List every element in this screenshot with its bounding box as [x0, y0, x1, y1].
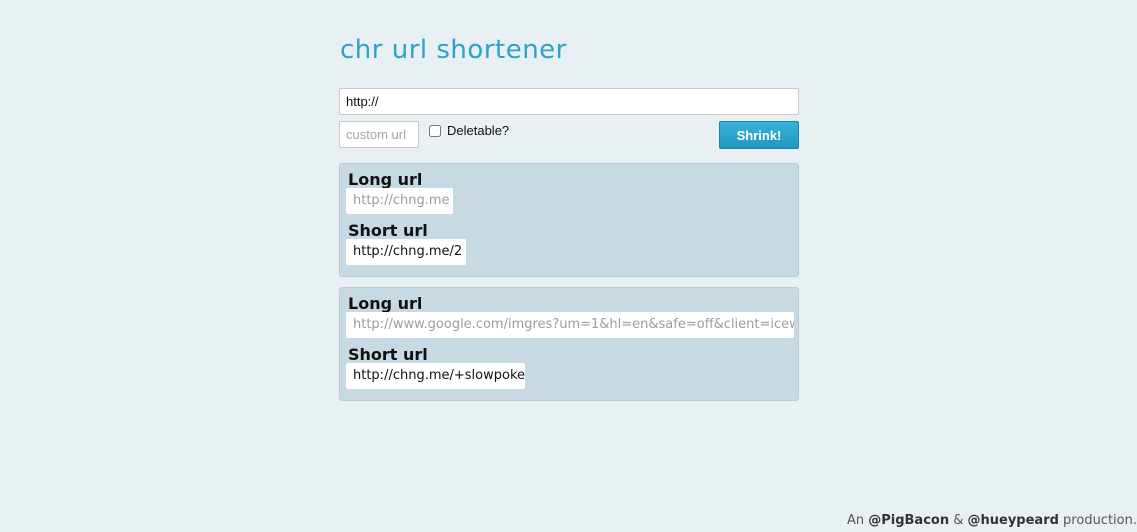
result-card: Long url http://chng.me Short url http:/… — [339, 163, 799, 277]
custom-url-input[interactable] — [339, 121, 419, 148]
deletable-label: Deletable? — [447, 123, 510, 138]
short-url-value[interactable]: http://chng.me/2 — [346, 239, 466, 265]
page-title: chr url shortener — [340, 35, 567, 65]
footer-credit: An @PigBacon & @hueypeard production. — [837, 513, 1137, 528]
footer-suffix: production. — [1058, 513, 1137, 528]
long-url-value[interactable]: http://www.google.com/imgres?um=1&hl=en&… — [346, 312, 794, 338]
deletable-checkbox[interactable] — [429, 124, 441, 137]
url-input[interactable] — [339, 88, 799, 115]
footer-prefix: An — [846, 513, 869, 528]
app-root: chr url shortener Deletable? Shrink! Lon… — [0, 0, 1137, 532]
long-url-label: Long url — [348, 294, 423, 313]
short-url-label: Short url — [348, 221, 428, 240]
author-pigbacon[interactable]: @PigBacon — [868, 513, 949, 528]
long-url-label: Long url — [348, 170, 423, 189]
long-url-value[interactable]: http://chng.me — [346, 188, 453, 214]
short-url-label: Short url — [348, 345, 428, 364]
shrink-button[interactable]: Shrink! — [719, 121, 799, 149]
result-card: Long url http://www.google.com/imgres?um… — [339, 287, 799, 401]
deletable-option[interactable]: Deletable? — [429, 123, 509, 138]
author-hueypeard[interactable]: @hueypeard — [968, 513, 1059, 528]
short-url-value[interactable]: http://chng.me/+slowpoke — [346, 363, 525, 389]
footer-and: & — [949, 513, 968, 528]
